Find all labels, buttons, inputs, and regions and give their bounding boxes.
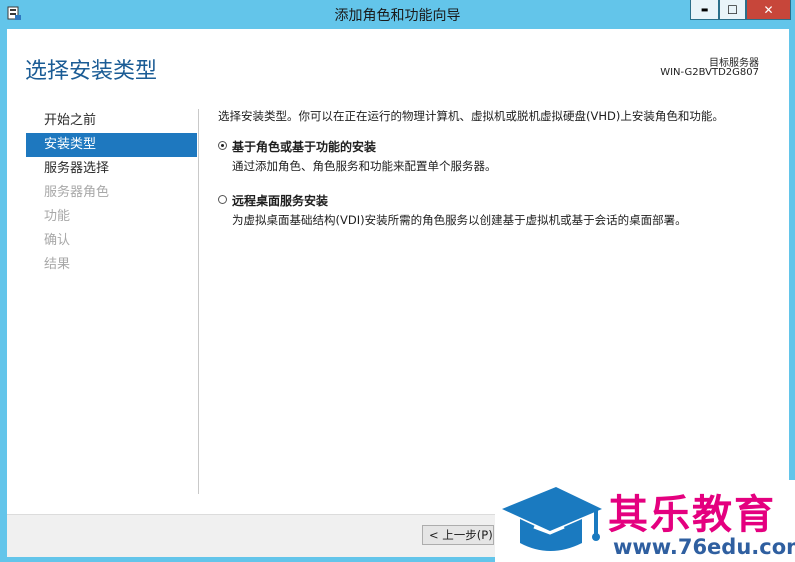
step-results: 结果 — [44, 257, 71, 272]
page-description: 选择安装类型。你可以在正在运行的物理计算机、虚拟机或脱机虚拟硬盘(VHD)上安装… — [218, 109, 724, 123]
main-content: 选择安装类型。你可以在正在运行的物理计算机、虚拟机或脱机虚拟硬盘(VHD)上安装… — [218, 108, 778, 246]
graduation-cap-icon — [502, 487, 602, 551]
close-icon: ✕ — [763, 2, 774, 17]
wizard-header: 选择安装类型 目标服务器 WIN-G2BVTD2G807 — [7, 29, 789, 95]
wizard-steps: 开始之前 安装类型 服务器选择 服务器角色 功能 确认 结果 — [26, 109, 197, 277]
remote-desktop-option[interactable]: 远程桌面服务安装 为虚拟桌面基础结构(VDI)安装所需的角色服务以创建基于虚拟机… — [218, 192, 778, 228]
step-server-selection[interactable]: 服务器选择 — [26, 157, 197, 181]
step-installation-type[interactable]: 安装类型 — [26, 133, 197, 157]
watermark: 其乐教育 www.76edu.com — [495, 480, 795, 562]
title-bar[interactable]: 添加角色和功能向导 ▬ ☐ ✕ — [0, 0, 795, 29]
window-title: 添加角色和功能向导 — [334, 8, 461, 24]
step-confirmation: 确认 — [44, 233, 71, 248]
page-title: 选择安装类型 — [25, 59, 158, 84]
role-based-description: 通过添加角色、角色服务和功能来配置单个服务器。 — [232, 159, 497, 173]
watermark-url: www.76edu.com — [613, 535, 795, 559]
maximize-button[interactable]: ☐ — [719, 0, 746, 20]
minimize-icon: ▬ — [700, 5, 709, 14]
close-button[interactable]: ✕ — [746, 0, 791, 20]
step-before-you-begin[interactable]: 开始之前 — [26, 109, 197, 133]
step-server-roles: 服务器角色 — [44, 185, 110, 200]
role-based-label[interactable]: 基于角色或基于功能的安装 — [232, 138, 778, 155]
maximize-icon: ☐ — [727, 2, 738, 17]
target-server-name: WIN-G2BVTD2G807 — [660, 67, 759, 78]
remote-desktop-description: 为虚拟桌面基础结构(VDI)安装所需的角色服务以创建基于虚拟机或基于会话的桌面部… — [232, 213, 687, 227]
wizard-window: 选择安装类型 目标服务器 WIN-G2BVTD2G807 开始之前 安装类型 服… — [7, 29, 789, 557]
watermark-name: 其乐教育 — [608, 492, 776, 538]
minimize-button[interactable]: ▬ — [690, 0, 719, 20]
sidebar-divider — [198, 109, 199, 494]
remote-desktop-label[interactable]: 远程桌面服务安装 — [232, 192, 778, 209]
role-based-radio[interactable] — [218, 141, 227, 150]
remote-desktop-radio[interactable] — [218, 195, 227, 204]
step-features: 功能 — [44, 209, 71, 224]
role-based-option[interactable]: 基于角色或基于功能的安装 通过添加角色、角色服务和功能来配置单个服务器。 — [218, 138, 778, 174]
previous-button[interactable]: < 上一步(P) — [422, 525, 494, 545]
